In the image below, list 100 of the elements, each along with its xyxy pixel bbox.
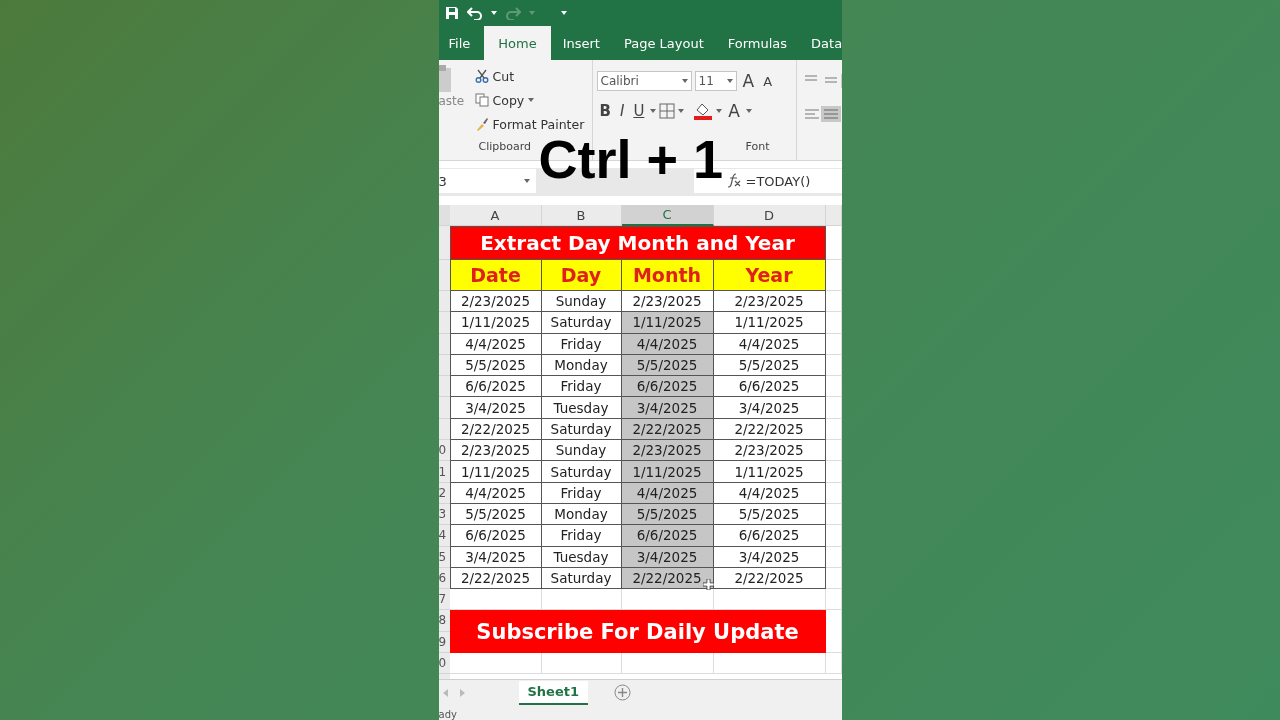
copy-button[interactable]: Copy	[474, 88, 585, 112]
table-cell: 1/11/2025	[449, 461, 542, 483]
table-cell: Friday	[541, 376, 622, 398]
caret-icon[interactable]	[650, 109, 657, 113]
empty-cell	[825, 461, 842, 483]
ribbon-tab[interactable]: Home	[484, 26, 551, 60]
brush-icon	[474, 117, 489, 131]
ribbon-tab[interactable]: Insert	[552, 26, 610, 60]
group-label: Font	[745, 140, 770, 155]
row-header	[438, 376, 450, 398]
subscribe-banner: Subscribe For Daily Update	[449, 610, 826, 654]
table-header: Date	[449, 260, 542, 291]
empty-cell	[825, 653, 842, 675]
caret-icon[interactable]	[716, 109, 723, 113]
caret-icon[interactable]	[523, 179, 530, 183]
row-header: 0	[438, 440, 450, 462]
empty-cell	[825, 333, 842, 355]
row-header: 8	[438, 610, 450, 632]
empty-cell	[825, 525, 842, 547]
font-size-dropdown[interactable]: 11	[694, 71, 737, 91]
ribbon-tab[interactable]: Formulas	[717, 26, 798, 60]
save-icon[interactable]	[444, 5, 459, 20]
empty-cell	[825, 376, 842, 398]
shrink-font-button[interactable]: A	[760, 73, 776, 89]
table-header: Day	[541, 260, 622, 291]
caret-icon[interactable]	[746, 109, 752, 113]
row-header: 6	[438, 567, 450, 590]
empty-cell	[825, 482, 842, 504]
column-header[interactable]: A	[449, 205, 542, 226]
grow-font-button[interactable]: A	[739, 71, 758, 91]
table-cell: Saturday	[541, 461, 622, 483]
table-cell: 2/23/2025	[449, 291, 542, 313]
caret-icon[interactable]	[528, 98, 535, 102]
table-cell: Friday	[541, 525, 622, 547]
caret-icon[interactable]	[490, 10, 497, 15]
caret-icon[interactable]	[560, 10, 567, 15]
column-header[interactable]: C	[621, 205, 714, 226]
table-cell: 1/11/2025	[713, 312, 826, 334]
table-cell: 6/6/2025	[713, 376, 826, 398]
group-label: Clipboard	[478, 140, 532, 155]
table-cell: 2/23/2025	[713, 440, 826, 462]
name-box[interactable]: 3	[438, 169, 536, 193]
table-cell: 3/4/2025	[621, 397, 714, 419]
row-header: 5	[438, 546, 450, 568]
empty-cell	[825, 546, 842, 568]
fill-color-icon[interactable]	[693, 102, 714, 120]
column-header[interactable]: B	[541, 205, 622, 226]
empty-cell	[825, 354, 842, 377]
row-header	[438, 260, 450, 291]
row-header	[438, 226, 450, 260]
caret-icon[interactable]	[681, 79, 688, 83]
row-header: 4	[438, 525, 450, 547]
table-cell: 2/23/2025	[713, 291, 826, 313]
column-header[interactable]: D	[713, 205, 826, 226]
underline-button[interactable]: U	[630, 102, 648, 120]
font-name-dropdown[interactable]: Calibri	[596, 71, 692, 91]
copy-icon	[474, 93, 489, 107]
table-header: Year	[713, 260, 826, 291]
row-header	[438, 291, 450, 313]
borders-icon[interactable]	[659, 103, 676, 119]
table-cell: 1/11/2025	[713, 461, 826, 483]
sheet-tab[interactable]: Sheet1	[518, 680, 588, 705]
row-header: 3	[438, 503, 450, 526]
table-cell: 3/4/2025	[449, 397, 542, 419]
empty-cell	[825, 260, 842, 291]
row-header: 1	[438, 461, 450, 483]
empty-cell	[825, 291, 842, 313]
undo-icon[interactable]	[466, 5, 483, 20]
cut-button[interactable]: Cut	[474, 64, 585, 88]
table-cell: 6/6/2025	[621, 376, 714, 398]
empty-cell	[825, 503, 842, 526]
empty-cell	[825, 418, 842, 441]
row-header	[438, 354, 450, 377]
table-header: Month	[621, 260, 714, 291]
ribbon-tab[interactable]: Page Layout	[613, 26, 714, 60]
empty-cell	[825, 440, 842, 462]
function-icon[interactable]	[725, 172, 742, 188]
empty-cell	[825, 312, 842, 334]
ribbon-tab[interactable]: File	[438, 26, 481, 60]
table-cell: Tuesday	[541, 397, 622, 419]
table-title: Extract Day Month and Year	[449, 226, 826, 260]
row-header	[438, 397, 450, 419]
select-all-corner[interactable]	[438, 205, 450, 226]
caret-icon[interactable]	[678, 109, 685, 113]
cursor-icon	[702, 579, 714, 590]
ribbon-tab[interactable]: Data	[801, 26, 842, 60]
table-cell: 2/23/2025	[621, 291, 714, 313]
status-text: ady	[438, 709, 457, 720]
table-cell: 2/23/2025	[449, 440, 542, 462]
empty-cell	[825, 610, 842, 654]
row-header	[438, 418, 450, 441]
table-cell: Sunday	[541, 440, 622, 462]
bold-button[interactable]: B	[596, 102, 614, 120]
table-cell: 6/6/2025	[449, 376, 542, 398]
caret-icon[interactable]	[726, 79, 733, 83]
add-sheet-icon[interactable]	[614, 684, 631, 701]
font-color-button[interactable]: A	[725, 101, 743, 121]
italic-button[interactable]: I	[616, 102, 628, 120]
empty-cell	[825, 567, 842, 590]
table-cell: 6/6/2025	[713, 525, 826, 547]
